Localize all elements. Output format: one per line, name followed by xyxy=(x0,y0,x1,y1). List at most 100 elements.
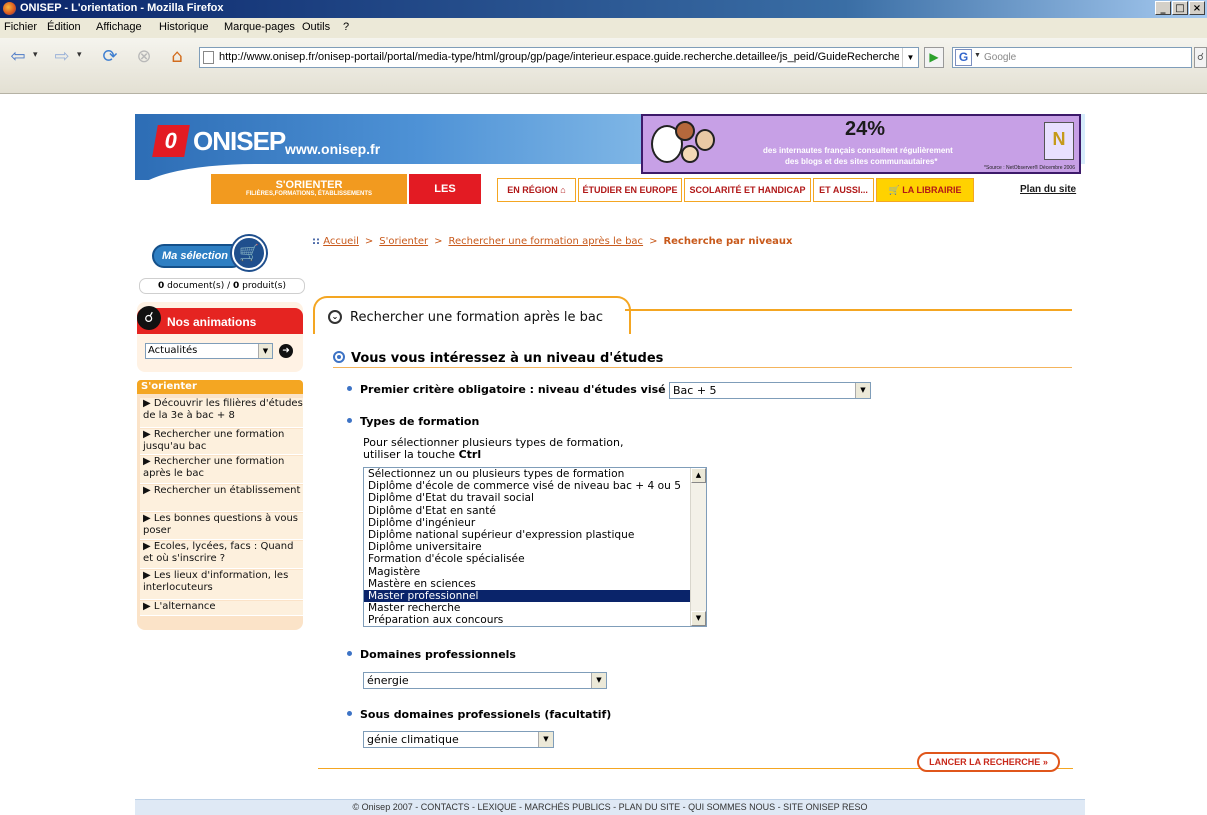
url-bar[interactable]: http://www.onisep.fr/onisep-portail/port… xyxy=(199,47,919,68)
menu-edition[interactable]: Édition xyxy=(47,21,81,33)
chevron-down-icon[interactable]: ▼ xyxy=(538,732,553,747)
faces-illustration xyxy=(647,119,717,171)
nav-librairie-label: LA LIBRAIRIE xyxy=(902,185,962,195)
list-item[interactable]: Magistère xyxy=(364,566,706,578)
maximize-button[interactable]: □ xyxy=(1172,1,1188,15)
plan-du-site-link[interactable]: Plan du site xyxy=(1020,184,1076,195)
radio-selected-icon[interactable] xyxy=(333,351,345,363)
nav-librairie[interactable]: 🛒 LA LIBRAIRIE xyxy=(876,178,974,202)
nav-handicap[interactable]: SCOLARITÉ ET HANDICAP xyxy=(684,178,811,202)
nav-europe[interactable]: ÉTUDIER EN EUROPE xyxy=(578,178,682,202)
reload-icon[interactable]: ⟳ xyxy=(98,46,122,70)
niveau-select[interactable]: Bac + 5 ▼ xyxy=(669,382,871,399)
sidebar-item-alternance[interactable]: ▶ L'alternance xyxy=(140,601,303,616)
search-engine-dropdown-icon[interactable]: ▼ xyxy=(974,52,981,59)
nav-sorienter[interactable]: S'ORIENTER FILIÈRES,FORMATIONS, ÉTABLISS… xyxy=(211,174,407,204)
list-item[interactable]: Diplôme d'Etat du travail social xyxy=(364,492,706,504)
footer[interactable]: © Onisep 2007 - CONTACTS - LEXIQUE - MAR… xyxy=(135,799,1085,815)
animations-box: ☌ Nos animations Actualités ▼ ➜ xyxy=(137,302,303,372)
list-item[interactable]: Diplôme national supérieur d'expression … xyxy=(364,529,706,541)
listbox-scrollbar[interactable]: ▲ ▼ xyxy=(690,468,706,626)
list-item[interactable]: Sélectionnez un ou plusieurs types de fo… xyxy=(364,468,706,480)
ma-selection-label[interactable]: Ma sélection xyxy=(152,244,244,268)
site-url[interactable]: www.onisep.fr xyxy=(285,141,380,157)
search-icon[interactable]: ☌ xyxy=(1194,47,1207,68)
types-listbox[interactable]: Sélectionnez un ou plusieurs types de fo… xyxy=(363,467,707,627)
url-text[interactable]: http://www.onisep.fr/onisep-portail/port… xyxy=(219,51,899,63)
chevron-down-icon[interactable]: ▼ xyxy=(258,344,272,358)
scroll-down-icon[interactable]: ▼ xyxy=(691,611,706,626)
search-input[interactable]: Google xyxy=(984,52,1016,63)
list-item[interactable]: Formation d'école spécialisée xyxy=(364,553,706,565)
types-label: Types de formation xyxy=(347,415,479,428)
breadcrumb-sorienter[interactable]: S'orienter xyxy=(379,236,428,247)
back-dropdown-icon[interactable]: ▾ xyxy=(33,50,38,60)
sidebar-item-formation-jusquau-bac[interactable]: ▶ Rechercher une formation jusqu'au bac xyxy=(140,429,303,455)
stop-icon[interactable]: ⊗ xyxy=(132,46,156,70)
basket-icon[interactable]: 🛒 xyxy=(232,236,266,270)
advertiser-logo-icon: N xyxy=(1044,122,1074,160)
chevron-down-icon[interactable]: ▼ xyxy=(855,383,870,398)
menu-historique[interactable]: Historique xyxy=(159,21,209,33)
list-item[interactable]: Diplôme d'Etat en santé xyxy=(364,505,706,517)
ma-selection[interactable]: Ma sélection 🛒 xyxy=(146,236,266,274)
back-arrow-icon[interactable]: ⇦ xyxy=(6,46,30,70)
minimize-button[interactable]: _ xyxy=(1155,1,1171,15)
breadcrumb-separator: > xyxy=(434,236,443,247)
sidebar-item-label: Les lieux d'information, les interlocute… xyxy=(143,570,289,593)
list-item-selected[interactable]: Master professionnel xyxy=(364,589,706,603)
close-button[interactable]: × xyxy=(1189,1,1205,15)
nav-metiers[interactable]: LES MÉTIERS xyxy=(409,174,481,225)
search-box[interactable]: G ▼ Google xyxy=(952,47,1192,68)
go-arrow-icon[interactable]: ➜ xyxy=(279,344,293,358)
menu-outils[interactable]: Outils xyxy=(302,21,330,33)
sous-domaines-select-value: génie climatique xyxy=(367,733,459,746)
sorienter-menu: S'orienter ▶ Découvrir les filières d'ét… xyxy=(137,380,303,630)
menu-fichier[interactable]: Fichier xyxy=(4,21,37,33)
animations-title: Nos animations xyxy=(167,315,257,329)
scroll-up-icon[interactable]: ▲ xyxy=(691,468,706,483)
menu-help[interactable]: ? xyxy=(343,21,349,33)
types-label-text: Types de formation xyxy=(360,415,480,428)
domaines-select[interactable]: énergie ▼ xyxy=(363,672,607,689)
google-icon[interactable]: G xyxy=(955,49,972,66)
forward-dropdown-icon[interactable]: ▾ xyxy=(77,50,82,60)
list-item[interactable]: Diplôme d'école de commerce visé de nive… xyxy=(364,480,706,492)
sidebar-item-etablissement[interactable]: ▶ Rechercher un établissement xyxy=(140,485,303,512)
list-item[interactable]: Préparation aux concours xyxy=(364,614,706,626)
chevron-down-icon[interactable]: ▼ xyxy=(591,673,606,688)
breadcrumb-formation-apres-bac[interactable]: Rechercher une formation après le bac xyxy=(448,236,643,247)
section-title[interactable]: Vous vous intéressez à un niveau d'étude… xyxy=(333,351,663,366)
sorienter-title: S'orienter xyxy=(137,380,303,394)
section-divider xyxy=(333,367,1072,368)
advertisement-banner[interactable]: 24% des internautes français consultent … xyxy=(641,114,1081,174)
menu-affichage[interactable]: Affichage xyxy=(96,21,142,33)
triangle-icon: ▶ xyxy=(143,398,151,409)
bullet-icon xyxy=(347,651,352,656)
url-dropdown-icon[interactable]: ▼ xyxy=(902,48,918,67)
list-item[interactable]: Diplôme universitaire xyxy=(364,541,706,553)
nav-region[interactable]: EN RÉGION ⌂ xyxy=(497,178,576,202)
list-item[interactable]: Master recherche xyxy=(364,602,706,614)
lancer-recherche-button[interactable]: LANCER LA RECHERCHE » xyxy=(917,752,1060,772)
forward-arrow-icon[interactable]: ⇨ xyxy=(50,46,74,70)
list-item[interactable]: Diplôme d'ingénieur xyxy=(364,517,706,529)
bullet-icon xyxy=(347,386,352,391)
nav-aussi[interactable]: ET AUSSI... xyxy=(813,178,874,202)
sidebar-item-formation-apres-bac[interactable]: ▶ Rechercher une formation après le bac xyxy=(140,456,303,484)
animations-select[interactable]: Actualités ▼ xyxy=(145,343,273,359)
sidebar-item-inscription[interactable]: ▶ Ecoles, lycées, facs : Quand et où s'i… xyxy=(140,541,303,569)
onisep-logo[interactable]: 0 ONISEP xyxy=(152,122,287,162)
page-icon xyxy=(203,51,214,64)
sidebar-item-bonnes-questions[interactable]: ▶ Les bonnes questions à vous poser xyxy=(140,513,303,540)
breadcrumb-accueil[interactable]: Accueil xyxy=(323,236,359,247)
go-icon[interactable]: ▶ xyxy=(924,47,944,68)
home-icon[interactable]: ⌂ xyxy=(165,46,189,70)
list-item[interactable]: Mastère en sciences xyxy=(364,578,706,590)
window-title: ONISEP - L'orientation - Mozilla Firefox xyxy=(20,2,224,14)
sous-domaines-select[interactable]: génie climatique ▼ xyxy=(363,731,554,748)
sidebar-item-filieres[interactable]: ▶ Découvrir les filières d'études de la … xyxy=(140,398,303,428)
sidebar-item-lieux-information[interactable]: ▶ Les lieux d'information, les interlocu… xyxy=(140,570,303,600)
chevron-down-circle-icon[interactable]: ⌄ xyxy=(328,310,342,324)
menu-marque-pages[interactable]: Marque-pages xyxy=(224,21,295,33)
